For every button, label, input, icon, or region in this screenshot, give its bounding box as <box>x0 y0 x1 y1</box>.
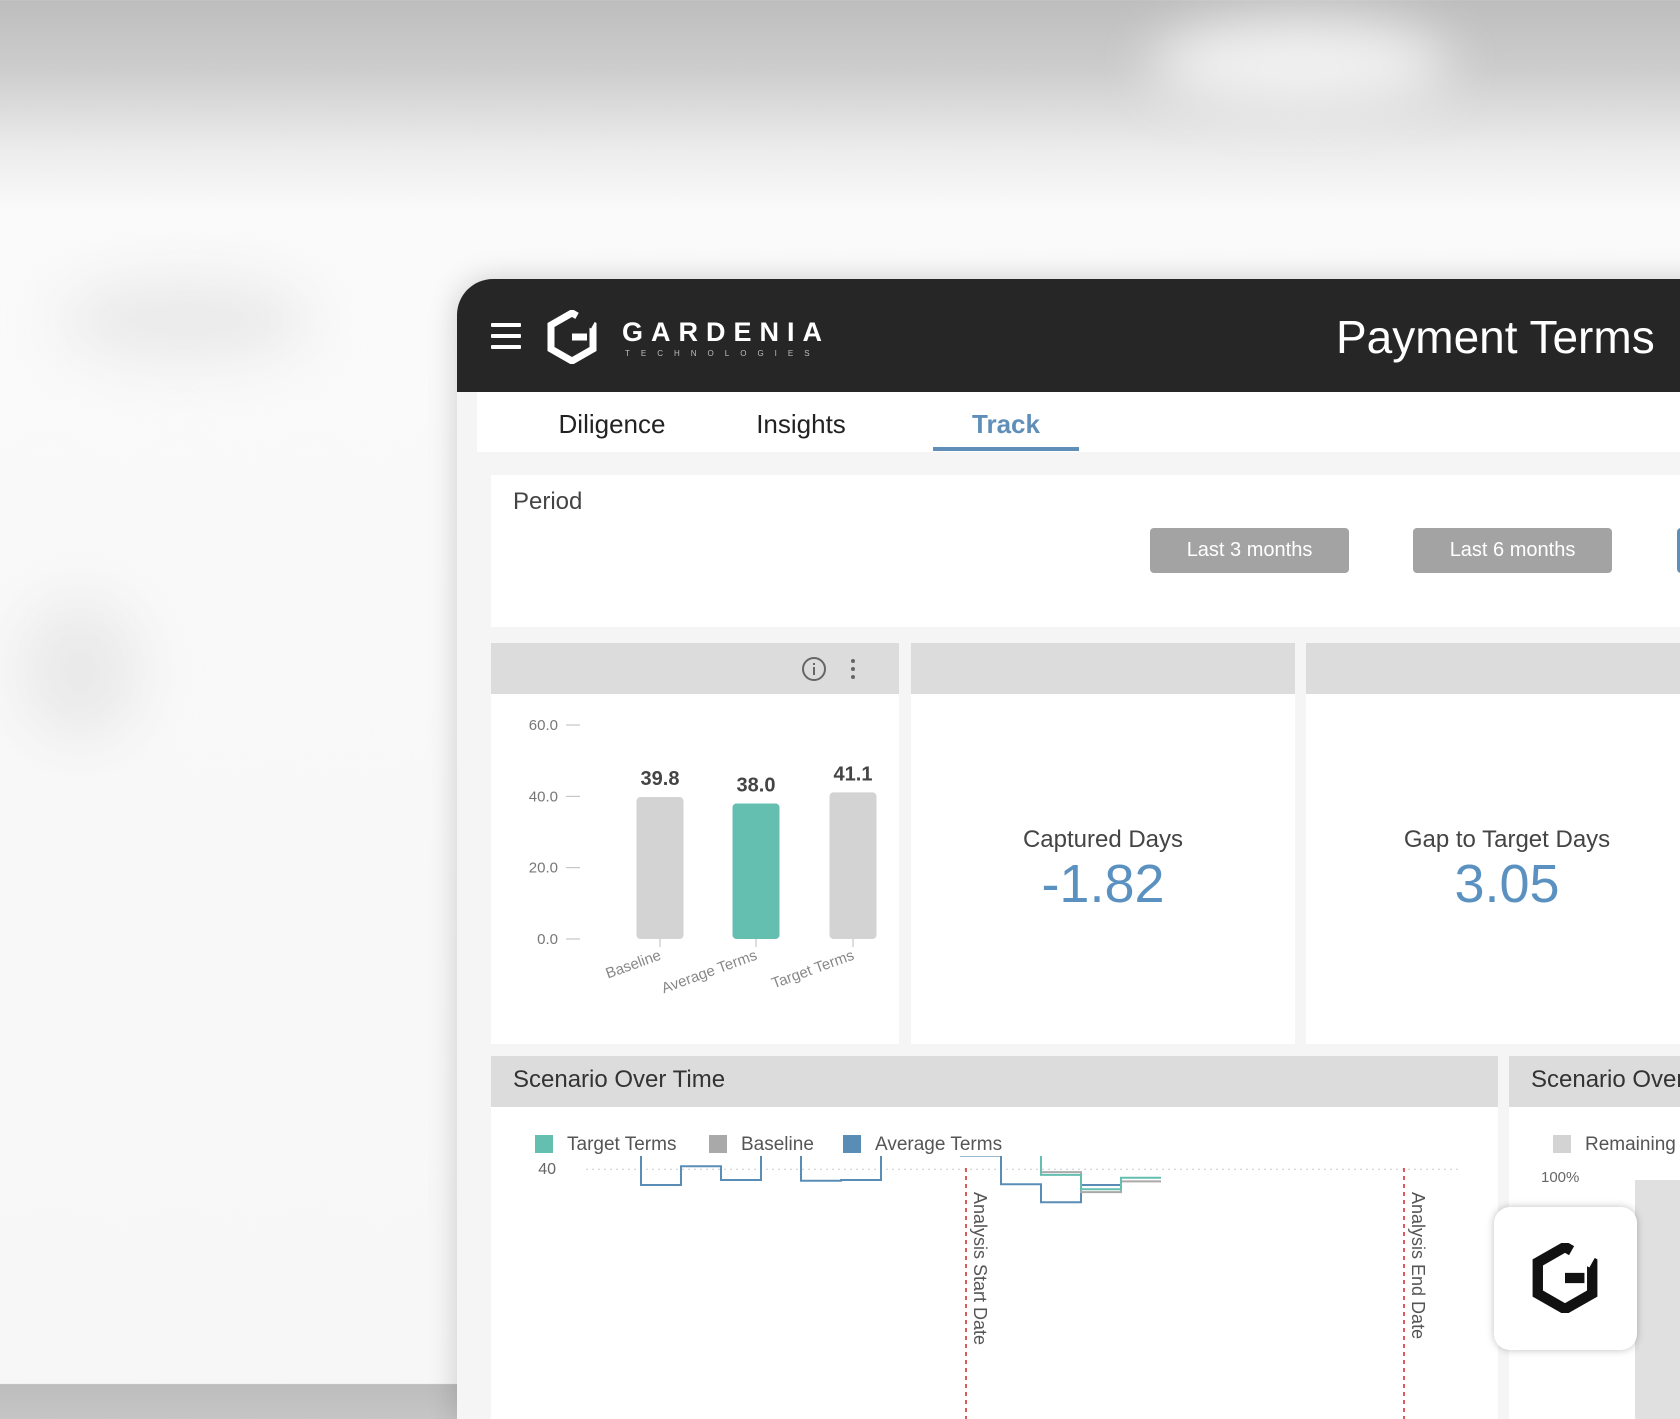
y-tick-label: 40 <box>538 1161 556 1178</box>
x-tick-label: Average Terms <box>659 947 759 997</box>
x-tick-label: Target Terms <box>769 947 856 993</box>
gap-to-target-label: Gap to Target Days <box>1403 826 1611 853</box>
tab-diligence[interactable]: Diligence <box>553 392 671 447</box>
y-tick-label: 20.0 <box>529 860 558 877</box>
background-blur <box>1150 20 1450 110</box>
stacked-bar <box>1635 1180 1680 1419</box>
bar <box>636 797 684 939</box>
x-tick-label: Baseline <box>603 947 663 983</box>
bar <box>829 792 877 939</box>
card-title: Scenario Over Time <box>513 1066 726 1093</box>
tab-track[interactable]: Track <box>933 392 1079 451</box>
bar <box>732 803 780 939</box>
captured-days-label: Captured Days <box>1022 826 1184 853</box>
legend-swatch <box>1553 1135 1571 1153</box>
card-header <box>491 643 899 694</box>
info-icon[interactable] <box>801 656 827 682</box>
gap-to-target-card: Gap to Target Days 3.05 <box>1306 643 1680 1044</box>
data-label: 41.1 <box>834 763 873 785</box>
card-header: Scenario Over <box>1509 1056 1680 1107</box>
card-header: Scenario Over Time <box>491 1056 1498 1107</box>
captured-days-value: -1.82 <box>1041 854 1165 914</box>
card-header <box>1306 643 1680 694</box>
card-header <box>911 643 1295 694</box>
y-tick-label: 60.0 <box>529 717 558 734</box>
date-marker-label: Analysis Start Date <box>970 1192 990 1345</box>
background-blur <box>60 280 310 360</box>
last-6-months-button[interactable]: Last 6 months <box>1413 528 1612 573</box>
legend-remaining[interactable]: Remaining <box>1553 1134 1676 1156</box>
series-line <box>640 1156 1121 1204</box>
gap-to-target-value: 3.05 <box>1454 854 1560 914</box>
period-card: Period Last 3 months Last 6 months <box>491 475 1680 627</box>
scenario-line-chart: 405060DaysAnalysis Start DateAnalysis En… <box>538 1156 1461 1419</box>
legend-swatch <box>843 1135 861 1153</box>
gardenia-logo-icon <box>547 310 597 364</box>
legend-label: Average Terms <box>875 1134 1003 1155</box>
data-label: 39.8 <box>641 768 680 790</box>
tab-insights[interactable]: Insights <box>747 392 855 447</box>
legend-label: Baseline <box>741 1134 814 1155</box>
scenario-over-time-card: Scenario Over Time Target Terms Baseline… <box>491 1056 1498 1419</box>
brand-name: GARDENIA <box>622 317 831 347</box>
more-options-icon[interactable] <box>840 656 866 682</box>
y-tick-label: 40.0 <box>529 788 558 805</box>
legend-label: Remaining <box>1585 1134 1676 1155</box>
card-title: Scenario Over <box>1531 1066 1680 1093</box>
legend-swatch <box>535 1135 553 1153</box>
legend-baseline[interactable]: Baseline <box>709 1134 814 1156</box>
tab-bar: Diligence Insights Track <box>477 392 1680 452</box>
background-blur <box>20 600 140 740</box>
date-marker-label: Analysis End Date <box>1408 1192 1428 1339</box>
legend-target-terms[interactable]: Target Terms <box>535 1134 676 1156</box>
terms-bar-chart-card: 0.0 20.0 40.0 60.0 39.8 Baseline 38.0 Average T… <box>491 643 899 1044</box>
bar-chart: 0.0 20.0 40.0 60.0 39.8 Baseline 38.0 Average T… <box>529 717 877 997</box>
brand-subtitle: TECHNOLOGIES <box>625 349 821 358</box>
hamburger-menu-icon[interactable] <box>491 323 521 349</box>
top-bar: GARDENIA TECHNOLOGIES Payment Terms <box>457 279 1680 392</box>
data-label: 38.0 <box>737 774 776 796</box>
y-tick-label: 0.0 <box>537 931 558 948</box>
floating-gardenia-button[interactable] <box>1494 1207 1637 1350</box>
last-3-months-button[interactable]: Last 3 months <box>1150 528 1349 573</box>
page-title: Payment Terms <box>1336 311 1655 363</box>
captured-days-card: Captured Days -1.82 <box>911 643 1295 1044</box>
legend-average-terms[interactable]: Average Terms <box>843 1134 1002 1156</box>
gardenia-logo-icon <box>1532 1243 1598 1313</box>
period-label: Period <box>513 488 583 515</box>
legend-swatch <box>709 1135 727 1153</box>
legend-label: Target Terms <box>567 1134 677 1155</box>
y-tick-label: 100% <box>1541 1169 1580 1186</box>
